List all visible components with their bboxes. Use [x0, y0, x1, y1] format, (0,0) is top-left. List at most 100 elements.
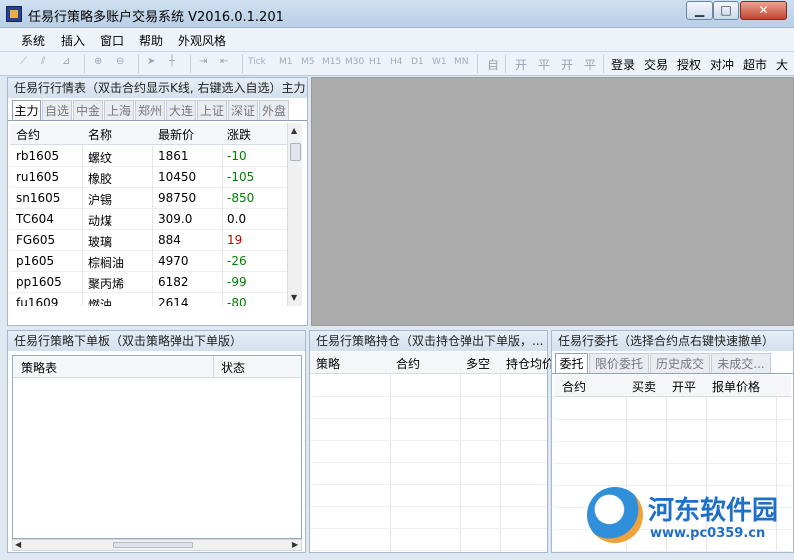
hedge-button[interactable]: 对冲: [710, 56, 734, 73]
autoscroll-icon[interactable]: ⇤: [220, 56, 228, 67]
cell-name: 聚丙烯: [88, 277, 125, 291]
maximize-button[interactable]: □: [713, 1, 739, 20]
market-button[interactable]: 超市: [743, 56, 767, 73]
table-row[interactable]: p1605 棕榈油 4970 -26: [10, 251, 287, 272]
zoom-out-icon[interactable]: ⊖: [116, 56, 124, 67]
close-short-button[interactable]: 平: [584, 56, 596, 73]
zoom-in-icon[interactable]: ⊕: [94, 56, 102, 67]
menu-system[interactable]: 系统: [21, 32, 45, 49]
scroll-down-icon[interactable]: ▼: [291, 293, 297, 302]
table-row[interactable]: pp1605 聚丙烯 6182 -99: [10, 272, 287, 293]
cell-contract: rb1605: [16, 149, 60, 163]
tab-sse[interactable]: 上证: [197, 100, 227, 120]
tab-dalian[interactable]: 大连: [166, 100, 196, 120]
strategy-panel: 任易行策略下单板（双击策略弹出下单版） 策略表 状态 ◀ ▶: [7, 330, 306, 553]
strategy-table: 策略表 状态: [12, 355, 302, 539]
period-m5[interactable]: M5: [301, 57, 315, 67]
minimize-button[interactable]: ▁: [686, 1, 713, 20]
col-open-close[interactable]: 开平: [672, 378, 696, 395]
period-d1[interactable]: D1: [411, 57, 424, 67]
cell-name: 橡胶: [88, 172, 113, 186]
crosshair-icon[interactable]: ┼: [169, 56, 175, 67]
quotes-header: 合约 名称 最新价 涨跌: [10, 123, 287, 145]
col-price[interactable]: 最新价: [158, 126, 194, 143]
table-row[interactable]: fu1609 燃油 2614 -80: [10, 293, 287, 306]
tab-unfilled[interactable]: 未成交...: [711, 353, 771, 373]
tab-orders[interactable]: 委托: [555, 353, 588, 373]
scroll-up-icon[interactable]: ▲: [291, 126, 297, 135]
more-button[interactable]: 大: [776, 56, 788, 73]
col-pos-contract[interactable]: 合约: [396, 355, 420, 372]
close-long-button[interactable]: 平: [538, 56, 550, 73]
period-mn[interactable]: MN: [454, 57, 469, 67]
menu-help[interactable]: 帮助: [139, 32, 163, 49]
col-avg-price[interactable]: 持仓均价: [506, 355, 554, 372]
tab-limit-orders[interactable]: 限价委托: [589, 353, 649, 373]
tab-shanghai[interactable]: 上海: [104, 100, 134, 120]
draw-channel-icon[interactable]: ⊿: [62, 56, 70, 67]
tab-history[interactable]: 历史成交: [650, 353, 710, 373]
cell-contract: fu1609: [16, 296, 59, 306]
table-row[interactable]: ru1605 橡胶 10450 -105: [10, 167, 287, 188]
col-order-price[interactable]: 报单价格: [712, 378, 760, 395]
period-tick[interactable]: Tick: [248, 57, 266, 67]
table-row[interactable]: TC604 动煤 309.0 0.0: [10, 209, 287, 230]
trade-button[interactable]: 交易: [644, 56, 668, 73]
table-row[interactable]: sn1605 沪锡 98750 -850: [10, 188, 287, 209]
period-m1[interactable]: M1: [279, 57, 293, 67]
orders-title: 任易行委托（选择合约点右键快速撤单）: [552, 331, 793, 351]
col-status[interactable]: 状态: [221, 359, 245, 376]
cell-price: 1861: [158, 149, 189, 163]
cell-contract: pp1605: [16, 275, 62, 289]
cell-name: 螺纹: [88, 151, 113, 165]
tab-main[interactable]: 主力: [12, 100, 41, 120]
col-order-contract[interactable]: 合约: [562, 378, 586, 395]
cell-contract: ru1605: [16, 170, 60, 184]
scroll-icon[interactable]: ⇥: [199, 56, 207, 67]
cell-change: 19: [227, 233, 243, 247]
menu-insert[interactable]: 插入: [61, 32, 85, 49]
scroll-thumb[interactable]: [290, 143, 301, 161]
col-contract[interactable]: 合约: [16, 126, 40, 143]
tab-zhengzhou[interactable]: 郑州: [135, 100, 165, 120]
col-name[interactable]: 名称: [88, 126, 112, 143]
login-button[interactable]: 登录: [611, 56, 635, 73]
table-row[interactable]: FG605 玻璃 884 19: [10, 230, 287, 251]
menu-window[interactable]: 窗口: [100, 32, 124, 49]
draw-parallel-icon[interactable]: ⫽: [41, 56, 45, 67]
cell-price: 98750: [158, 191, 197, 205]
tab-foreign[interactable]: 外盘: [259, 100, 289, 120]
auto-button[interactable]: 自: [487, 56, 499, 73]
period-w1[interactable]: W1: [432, 57, 447, 67]
quotes-vscrollbar[interactable]: ▲ ▼: [287, 123, 302, 306]
col-direction[interactable]: 多空: [466, 355, 490, 372]
strategy-hscrollbar[interactable]: ◀ ▶: [12, 539, 302, 551]
chart-area[interactable]: [311, 77, 794, 326]
cell-price: 10450: [158, 170, 197, 184]
cell-name: 玻璃: [88, 235, 113, 249]
cell-name: 棕榈油: [88, 256, 125, 270]
tab-cffex[interactable]: 中金: [73, 100, 103, 120]
period-h1[interactable]: H1: [369, 57, 382, 67]
cursor-icon[interactable]: ➤: [147, 56, 155, 67]
col-strategy-table[interactable]: 策略表: [21, 359, 57, 376]
quotes-panel: 任易行行情表（双击合约显示K线, 右键选入自选）主力 主力 自选 中金 上海 郑…: [7, 77, 308, 326]
draw-line-icon[interactable]: ⟋: [20, 56, 27, 67]
period-h4[interactable]: H4: [390, 57, 403, 67]
menu-appearance[interactable]: 外观风格: [178, 32, 226, 49]
close-button[interactable]: ✕: [740, 1, 787, 20]
col-buy-sell[interactable]: 买卖: [632, 378, 656, 395]
col-change[interactable]: 涨跌: [227, 126, 251, 143]
scroll-right-icon[interactable]: ▶: [292, 540, 298, 549]
col-strategy[interactable]: 策略: [316, 355, 340, 372]
open-short-button[interactable]: 开: [561, 56, 573, 73]
period-m30[interactable]: M30: [345, 57, 364, 67]
period-m15[interactable]: M15: [322, 57, 341, 67]
tab-szse[interactable]: 深证: [228, 100, 258, 120]
authorize-button[interactable]: 授权: [677, 56, 701, 73]
open-long-button[interactable]: 开: [515, 56, 527, 73]
scroll-left-icon[interactable]: ◀: [15, 540, 21, 549]
hscroll-thumb[interactable]: [113, 542, 193, 548]
tab-favorites[interactable]: 自选: [42, 100, 72, 120]
table-row[interactable]: rb1605 螺纹 1861 -10: [10, 146, 287, 167]
